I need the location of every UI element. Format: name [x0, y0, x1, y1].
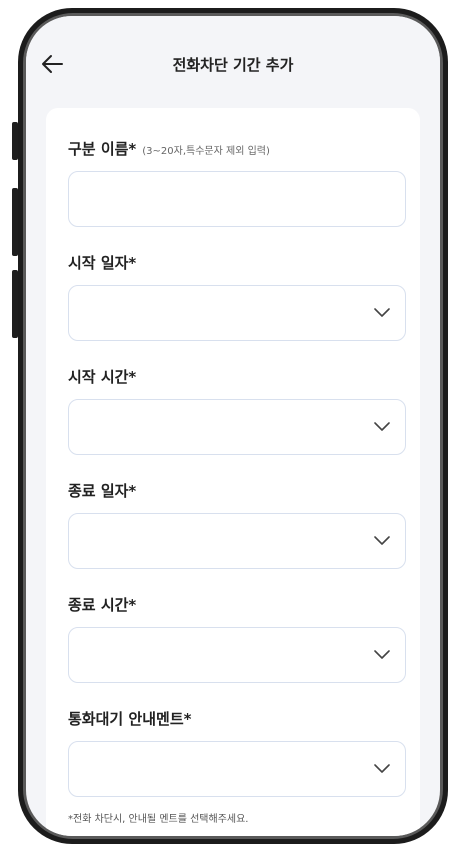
name-field[interactable] — [68, 171, 406, 227]
app-screen: 전화차단 기간 추가 구분 이름* (3~20자,특수문자 제외 입력) 시작 … — [26, 16, 440, 836]
header: 전화차단 기간 추가 — [26, 16, 440, 102]
name-hint: (3~20자,특수문자 제외 입력) — [142, 146, 270, 157]
name-input[interactable] — [69, 172, 405, 226]
name-label: 구분 이름* (3~20자,특수문자 제외 입력) — [68, 138, 406, 159]
start-time-label: 시작 시간* — [68, 368, 137, 386]
hold-message-select[interactable] — [68, 741, 406, 797]
end-time-select[interactable] — [68, 627, 406, 683]
chevron-down-icon — [373, 649, 391, 661]
chevron-down-icon — [373, 535, 391, 547]
page-title: 전화차단 기간 추가 — [172, 56, 294, 74]
name-label-text: 구분 이름* — [68, 140, 137, 158]
form-card: 구분 이름* (3~20자,특수문자 제외 입력) 시작 일자* 시작 시간* — [46, 108, 420, 836]
phone-frame: 전화차단 기간 추가 구분 이름* (3~20자,특수문자 제외 입력) 시작 … — [18, 8, 448, 844]
end-date-select[interactable] — [68, 513, 406, 569]
chevron-down-icon — [373, 307, 391, 319]
end-time-label: 종료 시간* — [68, 596, 137, 614]
start-time-select[interactable] — [68, 399, 406, 455]
chevron-down-icon — [373, 421, 391, 433]
phone-bezel: 전화차단 기간 추가 구분 이름* (3~20자,특수문자 제외 입력) 시작 … — [23, 13, 443, 839]
hold-message-label: 통화대기 안내멘트* — [68, 710, 192, 728]
start-date-select[interactable] — [68, 285, 406, 341]
end-date-label: 종료 일자* — [68, 482, 137, 500]
chevron-down-icon — [373, 763, 391, 775]
start-date-label: 시작 일자* — [68, 254, 137, 272]
hold-message-note: *전화 차단시, 안내될 멘트를 선택해주세요. — [68, 814, 249, 825]
